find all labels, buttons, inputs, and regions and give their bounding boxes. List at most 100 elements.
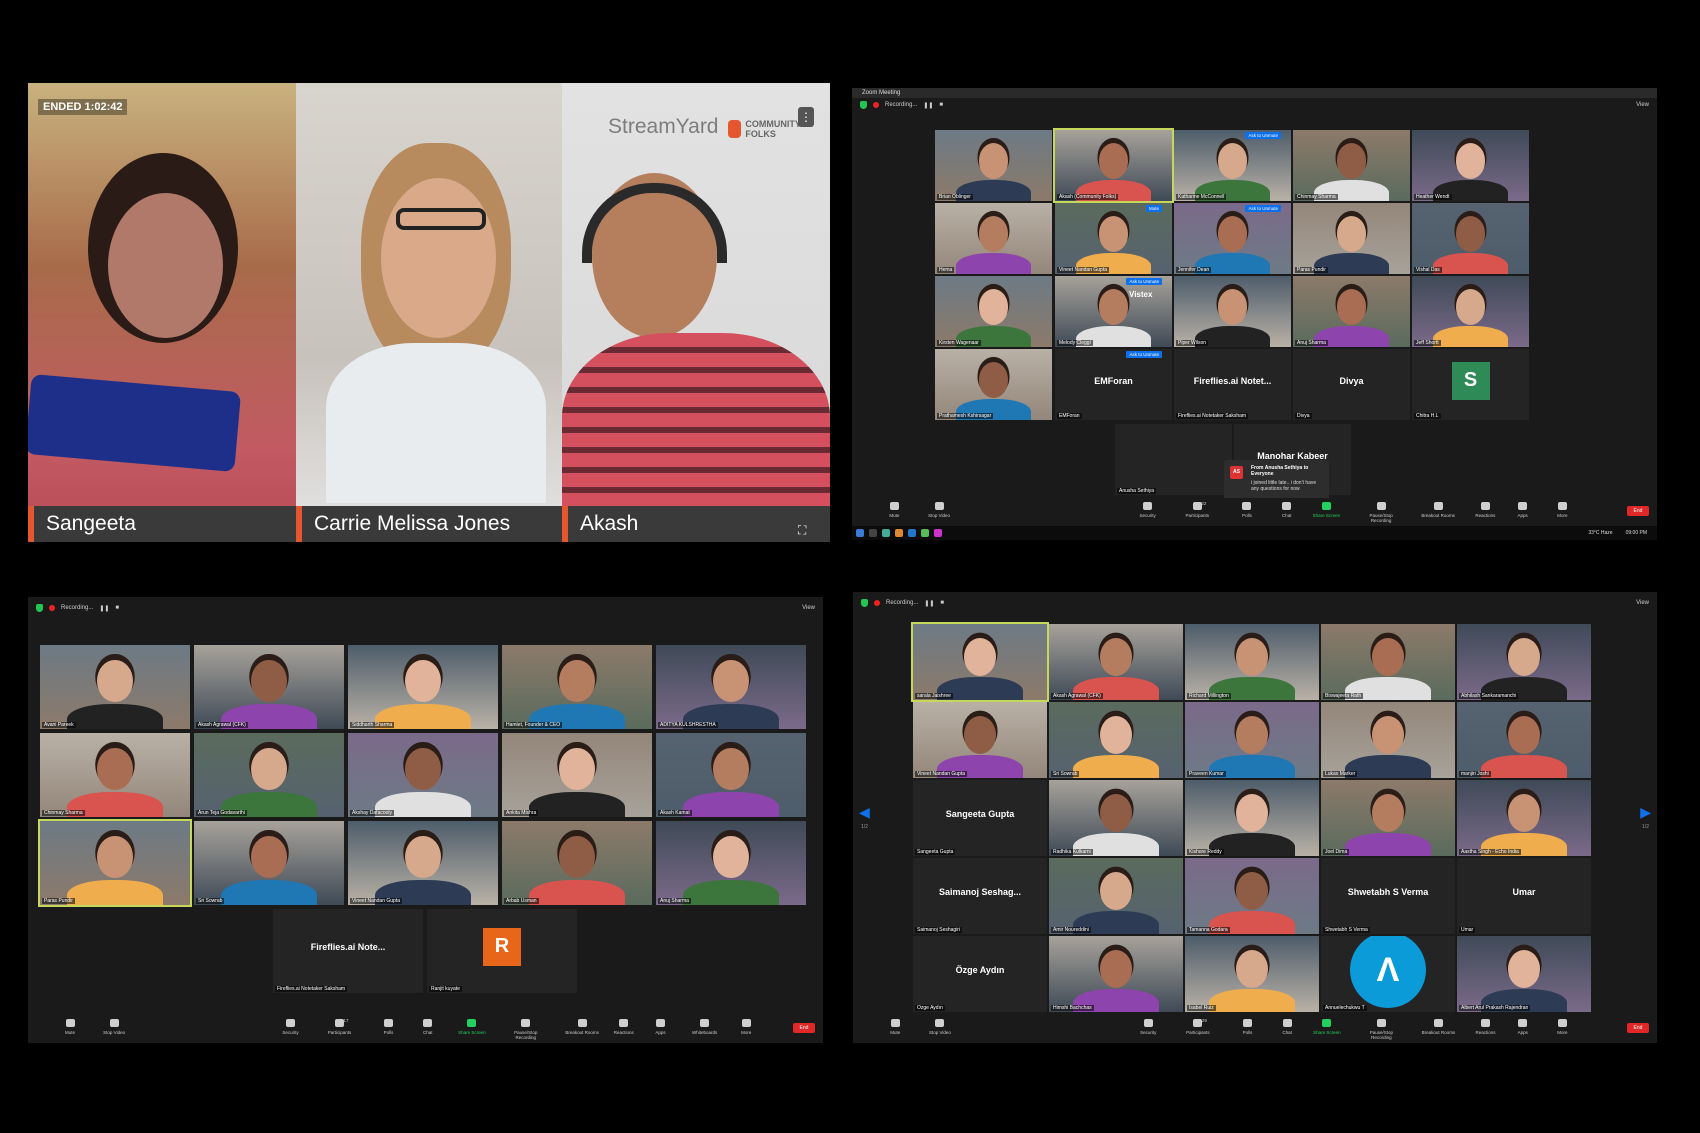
participant-tile[interactable]: Fireflies.ai Note... Fireflies.ai Notetak… (273, 909, 423, 993)
toolbar-appsbutton[interactable]: Apps (1503, 502, 1543, 518)
next-page-arrow-icon[interactable]: ▶ (1640, 804, 1651, 821)
participant-tile[interactable]: Akshay Dafacooly (348, 733, 498, 817)
participant-tile[interactable]: Kishore Reddy (1185, 780, 1319, 856)
participant-tile[interactable]: Jennifer Dean Ask to Unmute (1174, 203, 1291, 274)
toolbar-chatbutton[interactable]: Chat (1267, 1019, 1307, 1035)
toolbar-morebutton[interactable]: More (1542, 502, 1582, 518)
participant-tile[interactable]: Anusha Sethiya (1115, 424, 1232, 495)
participant-tile[interactable]: Prathamesh Kshirsagar (935, 349, 1052, 420)
toolbar-mutebutton[interactable]: Mute (875, 1019, 915, 1035)
app-icon[interactable] (934, 529, 942, 537)
participant-tile[interactable]: Ankita Mishra (502, 733, 652, 817)
app-icon[interactable] (921, 529, 929, 537)
participant-tile[interactable]: Sri Sowrab (194, 821, 344, 905)
participant-tile[interactable]: S Chitra H.L (1412, 349, 1529, 420)
fullscreen-icon[interactable]: ⛶ (798, 523, 806, 538)
toolbar-stop-videobutton[interactable]: Stop Video (920, 1019, 960, 1035)
participant-tile[interactable]: Tamanna Godara (1185, 858, 1319, 934)
participant-tile[interactable]: Akash Agrawal (CFK) (194, 645, 344, 729)
toolbar-securitybutton[interactable]: Security (1128, 502, 1168, 518)
participant-tile[interactable]: manjiri Joshi (1457, 702, 1591, 778)
participant-tile[interactable]: Akash Kamat (656, 733, 806, 817)
pause-icon[interactable]: ❚❚ (99, 605, 109, 612)
participant-tile[interactable]: Avani Pareek (40, 645, 190, 729)
participant-tile[interactable]: Arun Teja Godavarthi (194, 733, 344, 817)
end-meeting-button[interactable]: End (1627, 506, 1649, 516)
toolbar-chatbutton[interactable]: Chat (1267, 502, 1307, 518)
toolbar-mutebutton[interactable]: Mute (874, 502, 914, 518)
participant-tile[interactable]: Shwetabh S Verma Shwetabh S Verma (1321, 858, 1455, 934)
toolbar-appsbutton[interactable]: Apps (1503, 1019, 1543, 1035)
toolbar-participantsbutton[interactable]: Participants 22 (1177, 501, 1217, 518)
participant-tile[interactable]: Piper Wilson (1174, 276, 1291, 347)
participant-tile[interactable]: Paras Pundir (1293, 203, 1410, 274)
app-icon[interactable] (895, 529, 903, 537)
toolbar-whiteboardsbutton[interactable]: Whiteboards (685, 1019, 725, 1035)
participant-tile[interactable]: Fireflies.ai Notet... Fireflies.ai Noteta… (1174, 349, 1291, 420)
toolbar-reactionsbutton[interactable]: Reactions (604, 1019, 644, 1035)
end-meeting-button[interactable]: End (793, 1023, 815, 1033)
participant-tile[interactable]: Hamlet, Founder & CEO (502, 645, 652, 729)
toolbar-morebutton[interactable]: More (726, 1019, 766, 1035)
participant-tile[interactable]: Vineet Nandan Gupta Mute (1055, 203, 1172, 274)
participant-tile[interactable]: Joel Dima (1321, 780, 1455, 856)
participant-tile[interactable]: Richard Millington (1185, 624, 1319, 700)
participant-tile[interactable]: Albert Arul Prakash Rajendran (1457, 936, 1591, 1012)
toolbar-mutebutton[interactable]: Mute (50, 1019, 90, 1035)
toolbar-pollsbutton[interactable]: Polls (1227, 502, 1267, 518)
participant-tile[interactable]: Divya Divya (1293, 349, 1410, 420)
stop-icon[interactable]: ■ (939, 102, 943, 108)
participant-tile[interactable]: Isabel Ruiz (1185, 936, 1319, 1012)
toolbar-breakout-roomsbutton[interactable]: Breakout Rooms (1418, 1019, 1458, 1035)
participant-tile[interactable]: Λ Annuelechukwu T (1321, 936, 1455, 1012)
ask-to-unmute-button[interactable]: Ask to Unmute (1245, 205, 1281, 212)
app-icon[interactable] (882, 529, 890, 537)
participant-tile[interactable]: Anuj Sharma (1293, 276, 1410, 347)
toolbar-chatbutton[interactable]: Chat (408, 1019, 448, 1035)
participant-tile[interactable]: Melody Cleggl Ask to Unmute Vistex (1055, 276, 1172, 347)
pause-icon[interactable]: ❚❚ (924, 600, 934, 607)
participant-tile[interactable]: Akash Agrawal (CFK) (1049, 624, 1183, 700)
participant-tile[interactable]: Akash (Community Folks) (1053, 128, 1174, 203)
participant-tile[interactable]: Anuj Sharma (656, 821, 806, 905)
mute-button[interactable]: Mute (1145, 205, 1162, 212)
participant-tile[interactable]: R Ranjit kuyate (427, 909, 577, 993)
participant-tile[interactable]: Abhilash Sankaramanchi (1457, 624, 1591, 700)
participant-tile[interactable]: Lukas Marker (1321, 702, 1455, 778)
toolbar-pause-stop-recordingbutton[interactable]: Pause/Stop Recording (1361, 1019, 1401, 1040)
participant-tile[interactable]: Katharine McConnell Ask to Unmute (1174, 130, 1291, 201)
toolbar-breakout-roomsbutton[interactable]: Breakout Rooms (562, 1019, 602, 1035)
windows-start-icon[interactable] (856, 529, 864, 537)
toolbar-share-screenbutton[interactable]: Share Screen (1307, 1019, 1347, 1035)
view-button[interactable]: View (1636, 102, 1649, 108)
participant-tile[interactable]: Hema (935, 203, 1052, 274)
toolbar-stop-videobutton[interactable]: Stop Video (94, 1019, 134, 1035)
toolbar-breakout-roomsbutton[interactable]: Breakout Rooms (1418, 502, 1458, 518)
toolbar-securitybutton[interactable]: Security (1128, 1019, 1168, 1035)
participant-tile[interactable]: Siddharth Sharma (348, 645, 498, 729)
toolbar-participantsbutton[interactable]: Participants 17 (320, 1018, 360, 1035)
toolbar-participantsbutton[interactable]: Participants 29 (1178, 1018, 1218, 1035)
ask-to-unmute-button[interactable]: Ask to Unmute (1126, 351, 1162, 358)
previous-page-arrow-icon[interactable]: ◀ (859, 804, 870, 821)
participant-tile[interactable]: Sangeeta Gupta Sangeeta Gupta (913, 780, 1047, 856)
pause-icon[interactable]: ❚❚ (923, 102, 933, 109)
zoom-app-icon[interactable] (908, 529, 916, 537)
participant-tile[interactable]: Özge Aydın Özge Aydın (913, 936, 1047, 1012)
participant-tile[interactable]: Vishal Das (1412, 203, 1529, 274)
participant-tile[interactable]: Chinmay Sharma (40, 733, 190, 817)
participant-tile[interactable]: Radhika Kulkarni (1049, 780, 1183, 856)
view-button[interactable]: View (802, 605, 815, 611)
participant-tile[interactable]: Aastha Singh - Echo India (1457, 780, 1591, 856)
participant-tile[interactable]: sarala Jaishree (911, 622, 1049, 702)
participant-tile[interactable]: Chinmay Sharma (1293, 130, 1410, 201)
toolbar-pollsbutton[interactable]: Polls (369, 1019, 409, 1035)
view-button[interactable]: View (1636, 600, 1649, 606)
toolbar-stop-videobutton[interactable]: Stop Video (919, 502, 959, 518)
participant-tile[interactable]: Heather Wendt (1412, 130, 1529, 201)
participant-tile[interactable]: Biswajeeta Rath (1321, 624, 1455, 700)
participant-tile[interactable]: Paras Pundir (38, 819, 192, 907)
participant-tile[interactable]: Praveen Kumar (1185, 702, 1319, 778)
toolbar-share-screenbutton[interactable]: Share Screen (1306, 502, 1346, 518)
toolbar-share-screenbutton[interactable]: Share Screen (452, 1019, 492, 1035)
